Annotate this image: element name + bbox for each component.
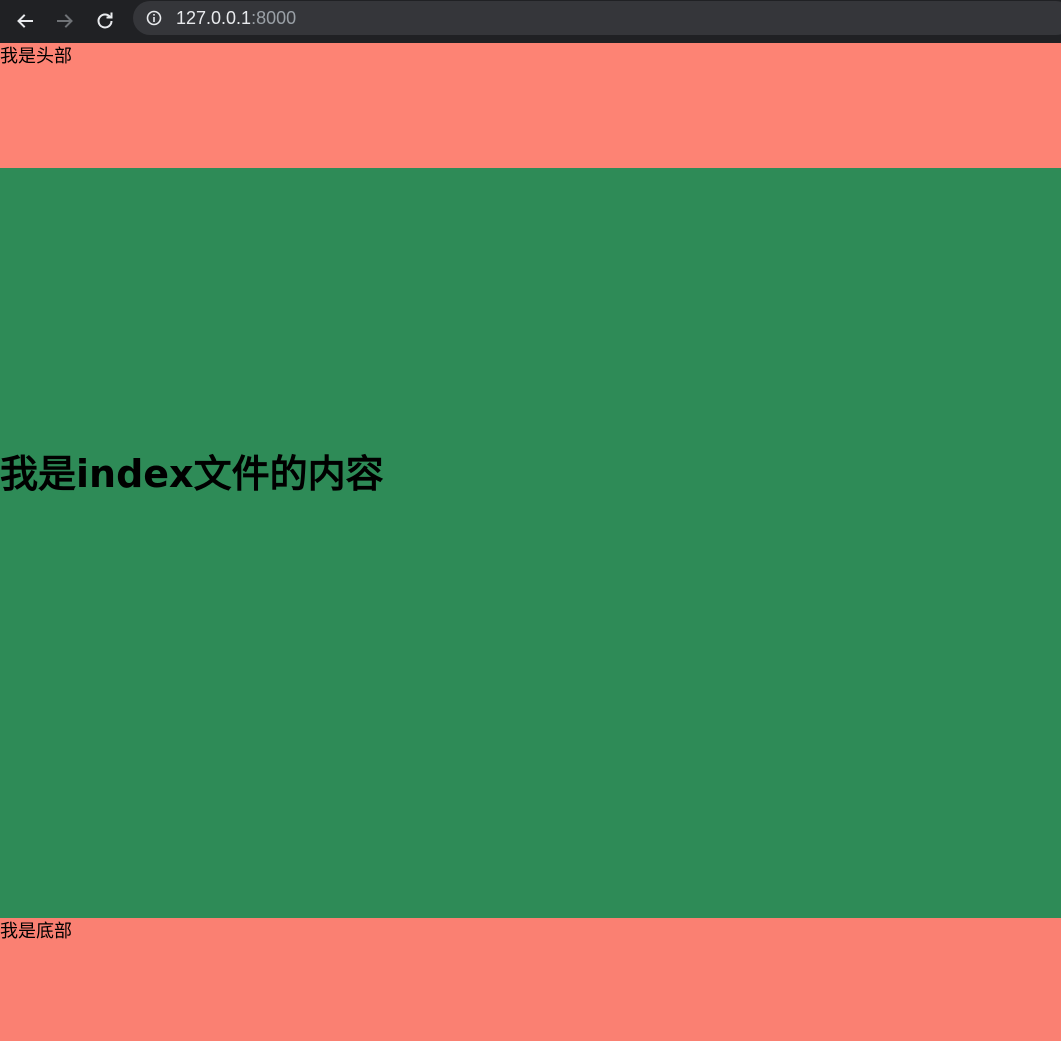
page-footer: 我是底部 xyxy=(0,918,1061,1041)
url-host: 127.0.0.1 xyxy=(176,8,252,28)
browser-toolbar: 127.0.0.1:8000 xyxy=(0,0,1061,43)
reload-icon xyxy=(97,12,113,29)
footer-text: 我是底部 xyxy=(0,921,72,942)
page-content: 我是头部 我是index文件的内容 我是底部 xyxy=(0,43,1061,1041)
forward-arrow-icon xyxy=(57,14,73,28)
info-icon[interactable] xyxy=(146,10,162,26)
url-text[interactable]: 127.0.0.1:8000 xyxy=(176,7,296,29)
forward-button[interactable] xyxy=(50,6,80,36)
page-header: 我是头部 xyxy=(0,43,1061,168)
url-port: :8000 xyxy=(251,8,297,28)
main-content: 我是index文件的内容 xyxy=(0,168,1061,918)
address-bar[interactable]: 127.0.0.1:8000 xyxy=(133,1,1061,35)
back-arrow-icon xyxy=(17,14,33,28)
reload-button[interactable] xyxy=(90,6,120,36)
header-text: 我是头部 xyxy=(0,46,72,67)
main-heading: 我是index文件的内容 xyxy=(0,452,384,496)
back-button[interactable] xyxy=(10,6,40,36)
